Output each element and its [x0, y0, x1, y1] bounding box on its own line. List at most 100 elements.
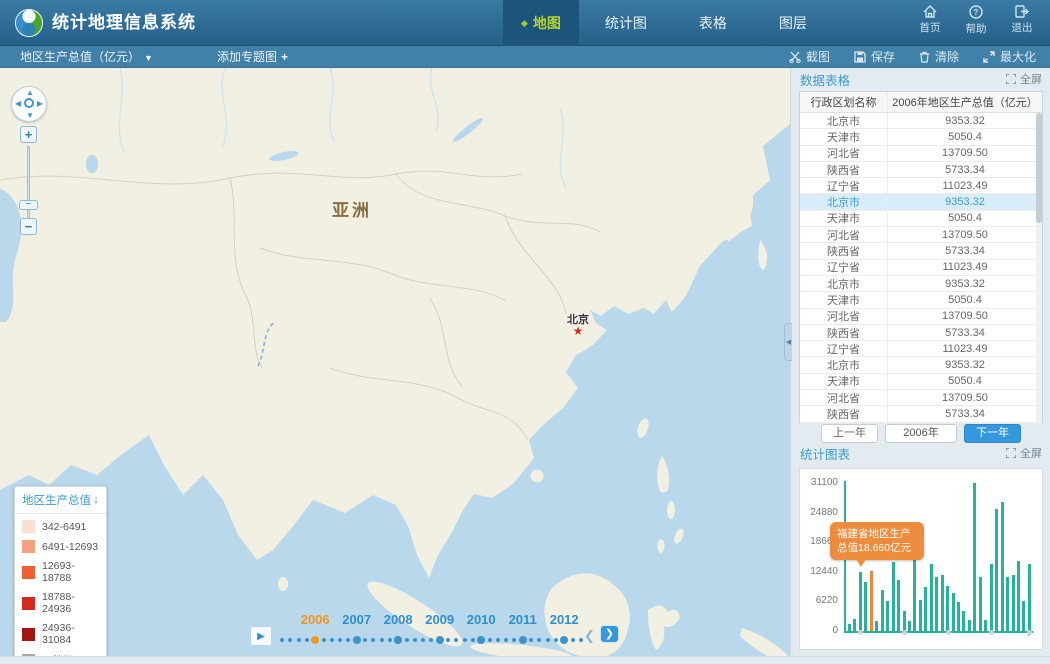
table-row[interactable]: 北京市9353.32	[800, 113, 1042, 129]
timeline-dot[interactable]	[512, 638, 516, 642]
timeline-dot[interactable]	[488, 638, 492, 642]
chart-bar[interactable]	[984, 620, 987, 631]
timeline-dot[interactable]	[405, 638, 409, 642]
timeline-year-label-2007[interactable]: 2007	[337, 612, 377, 627]
timeline-dot[interactable]	[446, 638, 450, 642]
table-row[interactable]: 北京市9353.32	[800, 194, 1042, 210]
timeline-year-dot-2008[interactable]	[394, 636, 402, 644]
zoom-in-button[interactable]: +	[20, 126, 37, 143]
timeline-year-label-2006[interactable]: 2006	[295, 612, 335, 627]
quick-link-首页[interactable]: 首页	[912, 5, 948, 36]
table-row[interactable]: 河北省13709.50	[800, 309, 1042, 325]
table-scrollbar[interactable]	[1036, 113, 1042, 422]
table-row[interactable]: 陕西省5733.34	[800, 406, 1042, 422]
chevron-right-icon[interactable]: ❯	[600, 625, 619, 643]
quick-link-帮助[interactable]: ?帮助	[958, 5, 994, 36]
table-row[interactable]: 陕西省5733.34	[800, 243, 1042, 259]
timeline-dot[interactable]	[413, 638, 417, 642]
timeline-dot[interactable]	[346, 638, 350, 642]
chart-bar[interactable]	[946, 586, 949, 631]
chart-bar[interactable]	[930, 564, 933, 631]
data-table-fullscreen-button[interactable]: 全屏	[1006, 71, 1042, 87]
chart-fullscreen-button[interactable]: 全屏	[1006, 445, 1042, 461]
quick-link-退出[interactable]: 退出	[1004, 5, 1040, 36]
timeline-dot[interactable]	[454, 638, 458, 642]
indicator-dropdown[interactable]: 地区生产总值（亿元）▼	[20, 48, 153, 65]
最大化-button[interactable]: 最大化	[983, 48, 1036, 65]
timeline-dot[interactable]	[380, 638, 384, 642]
timeline-year-label-2011[interactable]: 2011	[503, 612, 543, 627]
chart-bar[interactable]	[990, 564, 993, 631]
table-row[interactable]: 陕西省5733.34	[800, 162, 1042, 178]
table-row[interactable]: 天津市5050.4	[800, 292, 1042, 308]
chart-bar[interactable]	[973, 483, 976, 631]
timeline-dot[interactable]	[554, 638, 558, 642]
city-marker-beijing[interactable]: 北京 ★	[556, 311, 600, 335]
timeline-dot[interactable]	[338, 638, 342, 642]
chart-bar[interactable]	[859, 572, 862, 631]
pan-right-icon[interactable]: ▶	[37, 99, 43, 108]
chart-bar[interactable]	[892, 562, 895, 631]
chart-bar[interactable]	[1022, 601, 1025, 631]
chart-bar[interactable]	[1017, 561, 1020, 631]
legend-header[interactable]: 地区生产总值 ↓	[15, 487, 106, 514]
table-row[interactable]: 河北省13709.50	[800, 227, 1042, 243]
timeline-dot[interactable]	[429, 638, 433, 642]
table-row[interactable]: 河北省13709.50	[800, 146, 1042, 162]
pan-left-icon[interactable]: ◀	[15, 99, 21, 108]
table-row[interactable]: 天津市5050.4	[800, 211, 1042, 227]
table-row[interactable]: 辽宁省11023.49	[800, 260, 1042, 276]
chevron-left-icon[interactable]: ❮	[584, 628, 595, 644]
timeline-year-label-2008[interactable]: 2008	[378, 612, 418, 627]
timeline-year-dot-2007[interactable]	[353, 636, 361, 644]
timeline-year-dot-2006[interactable]	[311, 636, 319, 644]
timeline-dot[interactable]	[280, 638, 284, 642]
table-row[interactable]: 陕西省5733.34	[800, 325, 1042, 341]
chart-bar[interactable]	[995, 509, 998, 631]
chart-bar[interactable]	[968, 620, 971, 631]
timeline-dot[interactable]	[421, 638, 425, 642]
chart-bar[interactable]	[870, 571, 873, 631]
chart-bar[interactable]	[903, 611, 906, 631]
tab-统计图[interactable]: 统计图	[579, 0, 673, 46]
chart-bar[interactable]	[908, 621, 911, 631]
pan-up-icon[interactable]: ▲	[26, 88, 34, 97]
zoom-out-button[interactable]: −	[20, 218, 37, 235]
tab-图层[interactable]: 图层	[753, 0, 833, 46]
timeline-dot[interactable]	[288, 638, 292, 642]
table-row[interactable]: 天津市5050.4	[800, 129, 1042, 145]
zoom-slider-track[interactable]	[27, 146, 30, 224]
chart-bar[interactable]	[957, 602, 960, 631]
chart-bar[interactable]	[919, 600, 922, 631]
timeline-dot[interactable]	[496, 638, 500, 642]
table-scrollbar-thumb[interactable]	[1036, 113, 1042, 223]
tab-表格[interactable]: 表格	[673, 0, 753, 46]
timeline-dot[interactable]	[579, 638, 583, 642]
timeline-dot[interactable]	[371, 638, 375, 642]
map-canvas[interactable]: 亚洲 北京 ★ ▲ ▼ ◀ ▶ + − − 地区生产总值 ↓	[0, 68, 790, 656]
table-row[interactable]: 北京市9353.32	[800, 357, 1042, 373]
timeline-year-dot-2011[interactable]	[519, 636, 527, 644]
play-icon[interactable]: ▶	[250, 626, 272, 646]
table-row[interactable]: 天津市5050.4	[800, 374, 1042, 390]
panel-collapse-handle[interactable]: ◀	[784, 323, 792, 361]
add-thematic-map-button[interactable]: 添加专题图+	[217, 48, 288, 65]
next-year-button[interactable]: 下一年	[964, 424, 1021, 443]
chart-bar[interactable]	[1012, 575, 1015, 631]
timeline-dot[interactable]	[546, 638, 550, 642]
timeline-dot[interactable]	[504, 638, 508, 642]
清除-button[interactable]: 清除	[919, 48, 959, 65]
chart-bar[interactable]	[979, 577, 982, 631]
map-pan-control[interactable]: ▲ ▼ ◀ ▶	[11, 86, 47, 122]
chart-bar[interactable]	[952, 593, 955, 631]
chart-bar[interactable]	[897, 580, 900, 631]
prev-year-button[interactable]: 上一年	[821, 424, 878, 443]
timeline-year-label-2010[interactable]: 2010	[461, 612, 501, 627]
chart-bar[interactable]	[1001, 502, 1004, 631]
截图-button[interactable]: 截图	[789, 48, 830, 65]
timeline-dot[interactable]	[571, 638, 575, 642]
chart-bar[interactable]	[886, 601, 889, 631]
table-row[interactable]: 河北省13709.50	[800, 390, 1042, 406]
timeline-year-label-2012[interactable]: 2012	[544, 612, 584, 627]
table-row[interactable]: 北京市9353.32	[800, 276, 1042, 292]
